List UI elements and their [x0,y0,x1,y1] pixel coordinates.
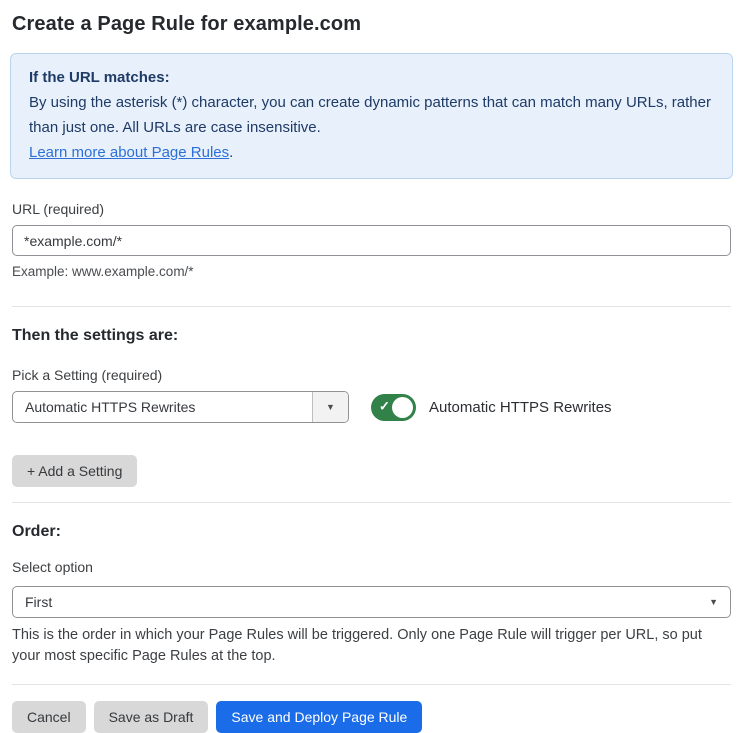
order-select[interactable]: First ▼ [12,586,731,618]
order-select-value: First [25,594,53,610]
setting-select[interactable]: Automatic HTTPS Rewrites ▼ [12,391,349,423]
setting-select-button[interactable]: ▼ [312,392,348,422]
chevron-down-icon: ▼ [326,401,335,412]
page-title: Create a Page Rule for example.com [12,13,362,35]
info-box-body: By using the asterisk (*) character, you… [29,94,711,136]
url-matches-info-box: If the URL matches: By using the asteris… [10,53,733,179]
check-icon: ✓ [379,398,390,414]
settings-section-heading: Then the settings are: [12,327,179,344]
order-helper-text: This is the order in which your Page Rul… [12,627,702,664]
footer-divider [12,684,731,685]
create-page-rule-panel: Create a Page Rule for example.com If th… [0,0,743,733]
learn-more-link[interactable]: Learn more about Page Rules [29,144,229,161]
add-setting-button[interactable]: + Add a Setting [12,455,138,487]
section-divider-2 [12,502,731,503]
pick-setting-label: Pick a Setting (required) [12,367,163,383]
order-section-heading: Order: [12,523,61,540]
save-and-deploy-button[interactable]: Save and Deploy Page Rule [216,701,423,733]
toggle-group: ✓ Automatic HTTPS Rewrites [371,393,612,421]
setting-select-value: Automatic HTTPS Rewrites [25,399,196,415]
info-box-heading: If the URL matches: [29,69,170,86]
cancel-button[interactable]: Cancel [12,701,86,733]
toggle-knob [392,396,413,418]
chevron-down-icon: ▼ [709,596,718,607]
save-as-draft-button[interactable]: Save as Draft [93,701,209,733]
url-field-label: URL (required) [12,201,105,217]
section-divider [12,306,731,307]
setting-row: Automatic HTTPS Rewrites ▼ ✓ Automatic H… [12,391,731,423]
url-helper-text: Example: www.example.com/* [12,264,194,279]
automatic-https-rewrites-toggle[interactable]: ✓ [371,393,416,421]
toggle-label: Automatic HTTPS Rewrites [429,398,612,416]
info-box-link-line: Learn more about Page Rules. [29,140,714,165]
select-option-label: Select option [12,559,93,575]
url-input[interactable] [12,225,731,256]
footer-actions: Cancel Save as Draft Save and Deploy Pag… [12,701,731,733]
link-suffix: . [229,144,234,161]
